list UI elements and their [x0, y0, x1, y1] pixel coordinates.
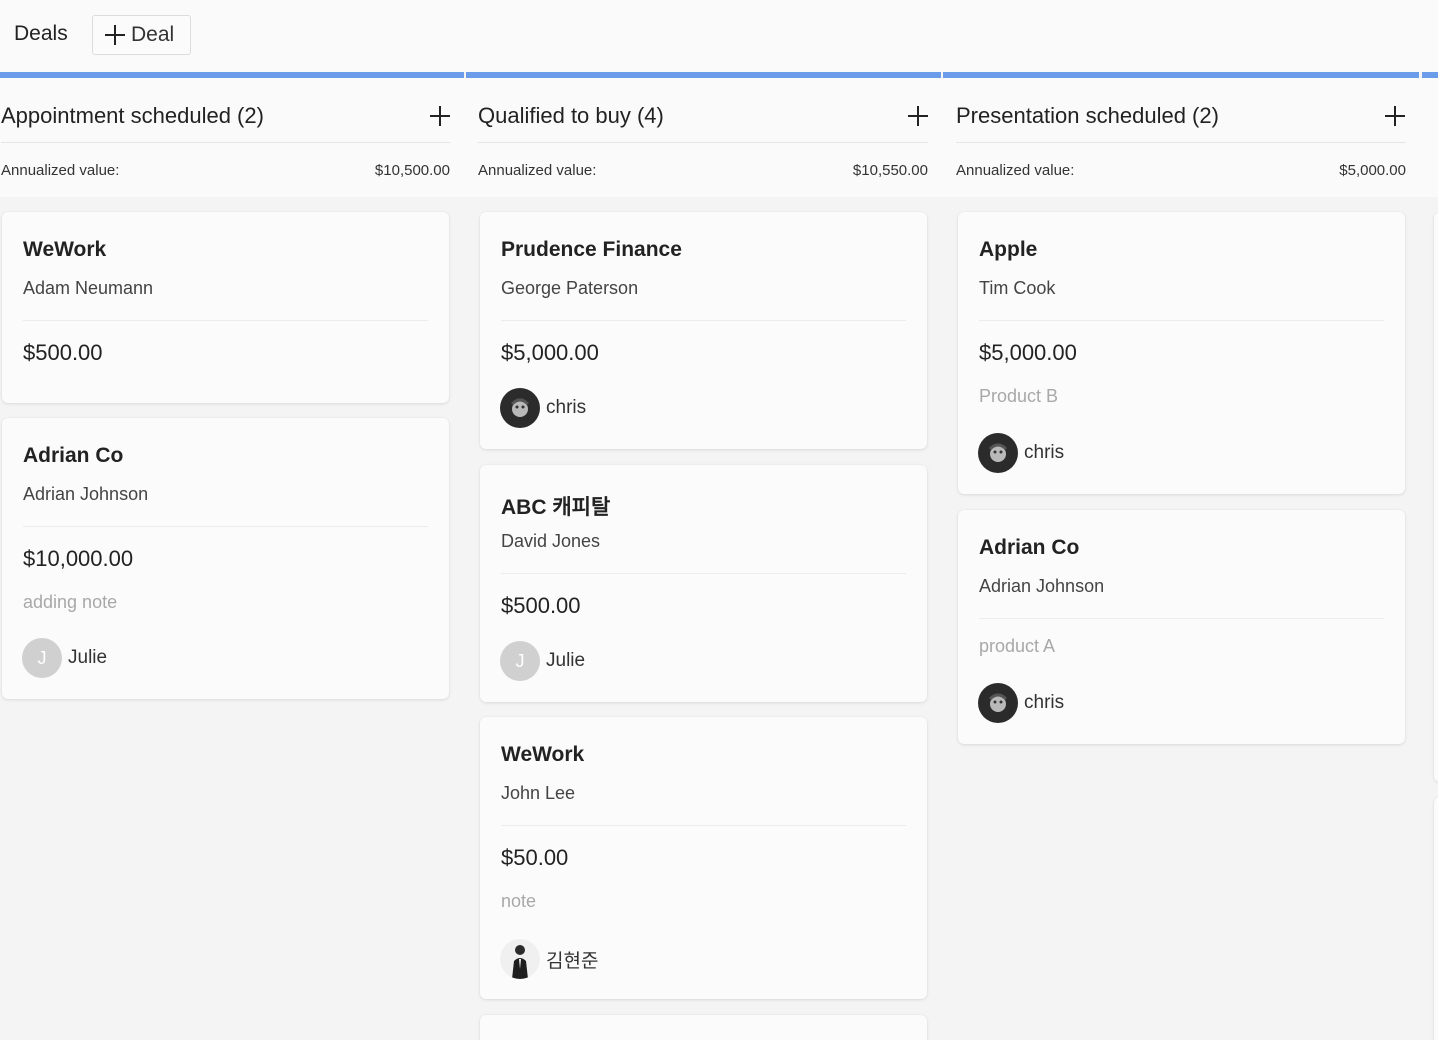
card-divider [979, 618, 1384, 619]
deal-note: adding note [23, 592, 118, 612]
column-header-divider [478, 142, 928, 143]
deal-card[interactable]: WeWork Adam Neumann $500.00 [2, 212, 449, 403]
deal-company: WeWork [23, 238, 107, 261]
annualized-label: Annualized value: [1, 162, 120, 179]
deal-amount: $50.00 [501, 845, 569, 870]
deal-owner: chris [978, 683, 1064, 723]
deal-card[interactable]: Prudence Finance George Paterson $5,000.… [480, 212, 927, 449]
card-divider [501, 825, 906, 826]
deal-card[interactable]: WeWork John Lee $50.00 note 김현준 [480, 717, 927, 999]
deal-owner: 김현준 [500, 939, 598, 979]
deal-amount: $500.00 [501, 593, 581, 618]
card-divider [23, 526, 428, 527]
page-title: Deals [14, 22, 68, 45]
column-next-partial [1420, 72, 1438, 1040]
column-header: Appointment scheduled (2) Annualized val… [0, 78, 464, 197]
add-deal-to-column-icon[interactable] [430, 106, 450, 126]
plus-icon [105, 25, 125, 45]
deal-note: Product B [979, 386, 1059, 406]
card-divider [501, 573, 906, 574]
add-deal-button[interactable]: Deal [92, 15, 191, 55]
deal-card[interactable]: Adrian Co Adrian Johnson $10,000.00 addi… [2, 418, 449, 699]
deal-contact: David Jones [501, 531, 601, 551]
deal-note: note [501, 891, 537, 911]
deal-card[interactable] [480, 1015, 927, 1040]
deal-card[interactable]: Apple Tim Cook $5,000.00 Product B chris [958, 212, 1405, 494]
deal-amount: $10,000.00 [23, 546, 134, 571]
column-header-divider [956, 142, 1406, 143]
column-header: Qualified to buy (4) Annualized value: $… [464, 78, 942, 197]
annualized-value: $5,000.00 [1339, 162, 1406, 179]
avatar: J [22, 638, 62, 678]
deal-company: ABC 캐피탈 [501, 496, 611, 519]
deal-owner: J Julie [500, 641, 585, 681]
deal-owner: chris [500, 388, 586, 428]
deal-contact: Tim Cook [979, 278, 1056, 298]
top-bar: Deals Deal [0, 0, 1438, 72]
deal-contact: Adrian Johnson [23, 484, 149, 504]
deal-owner: J Julie [22, 638, 107, 678]
owner-name: chris [1024, 692, 1065, 713]
user-photo-avatar [500, 388, 540, 428]
column-header: Presentation scheduled (2) Annualized va… [942, 78, 1420, 197]
user-photo-avatar [500, 939, 540, 979]
deal-company: Apple [979, 238, 1038, 261]
add-deal-to-column-icon[interactable] [908, 106, 928, 126]
deal-contact: George Paterson [501, 278, 639, 298]
column-title: Presentation scheduled (2) [956, 103, 1219, 128]
annualized-label: Annualized value: [956, 162, 1075, 179]
deal-contact: Adrian Johnson [979, 576, 1105, 596]
card-divider [501, 320, 906, 321]
column-presentation-scheduled: Presentation scheduled (2) Annualized va… [942, 72, 1420, 1040]
owner-name: Julie [546, 650, 586, 671]
column-qualified-to-buy: Qualified to buy (4) Annualized value: $… [464, 72, 942, 1040]
deal-amount: $5,000.00 [501, 340, 599, 365]
deal-amount: $5,000.00 [979, 340, 1077, 365]
owner-name: chris [1024, 442, 1065, 463]
add-deal-to-column-icon[interactable] [1385, 106, 1405, 126]
user-photo-avatar [978, 433, 1018, 473]
deal-company: Adrian Co [979, 536, 1080, 559]
deal-note: product A [979, 636, 1056, 656]
deal-amount: $500.00 [23, 340, 103, 365]
deal-company: Prudence Finance [501, 238, 682, 261]
card-divider [979, 320, 1384, 321]
deal-company: WeWork [501, 743, 585, 766]
column-title: Qualified to buy (4) [478, 103, 664, 128]
column-title: Appointment scheduled (2) [1, 103, 264, 128]
deal-card[interactable] [1434, 797, 1438, 1040]
deal-card[interactable] [1434, 212, 1438, 782]
owner-name: Julie [68, 647, 108, 668]
avatar: J [500, 641, 540, 681]
deal-contact: Adam Neumann [23, 278, 154, 298]
user-photo-avatar [978, 683, 1018, 723]
deal-card[interactable]: Adrian Co Adrian Johnson product A chris [958, 510, 1405, 744]
annualized-value: $10,550.00 [852, 162, 928, 179]
deal-contact: John Lee [501, 783, 576, 803]
column-header-divider [1, 142, 450, 143]
card-divider [23, 320, 428, 321]
add-deal-label: Deal [131, 23, 175, 46]
deal-owner: chris [978, 433, 1064, 473]
annualized-label: Annualized value: [478, 162, 597, 179]
owner-name: 김현준 [546, 950, 599, 972]
annualized-value: $10,500.00 [374, 162, 450, 179]
deal-company: Adrian Co [23, 444, 124, 467]
owner-name: chris [546, 397, 587, 418]
column-appointment-scheduled: Appointment scheduled (2) Annualized val… [0, 72, 464, 1040]
deal-card[interactable]: ABC 캐피탈 David Jones $500.00 J Julie [480, 465, 927, 702]
column-header [1420, 78, 1438, 197]
